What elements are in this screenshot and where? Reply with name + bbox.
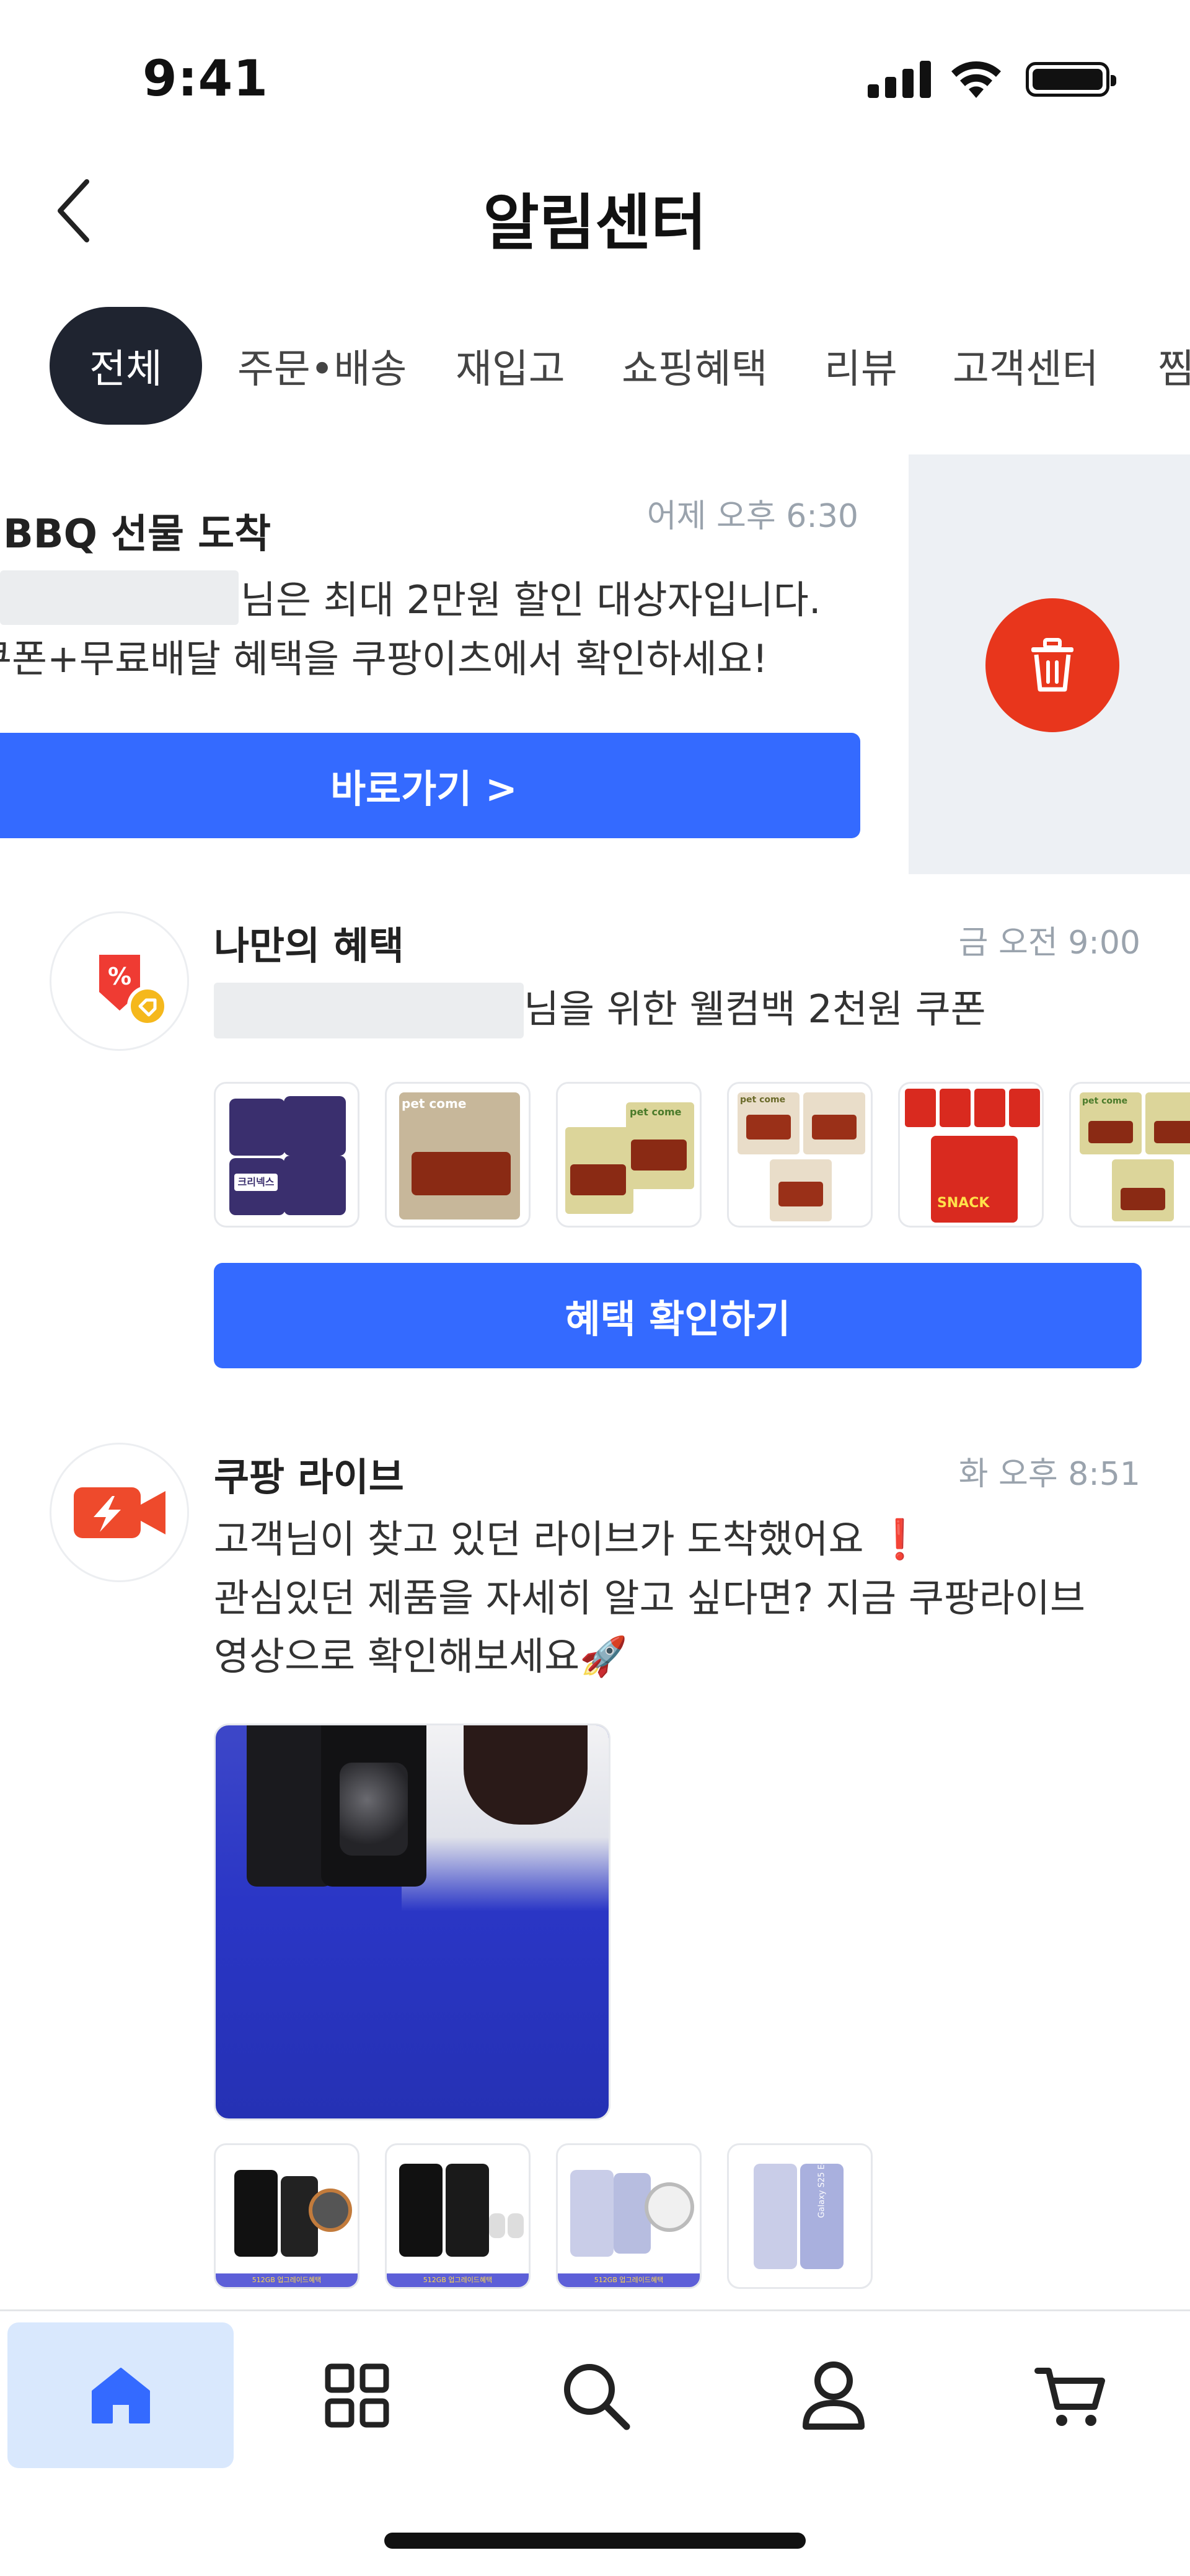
trash-icon <box>1031 638 1073 692</box>
notification-time: 금 오전 9:00 <box>958 924 1140 962</box>
notification-body-line1: 님은 최대 2만원 할인 대상자입니다. <box>240 577 821 622</box>
product-name: Galaxy S25 Edge <box>817 2149 827 2218</box>
home-indicator <box>384 2533 806 2549</box>
coupon-tag-icon: % <box>99 954 166 1027</box>
notification-title: BBQ 선물 도착 <box>3 511 271 557</box>
product-badge: 512GB 업그레이드혜택 <box>558 2273 700 2287</box>
notification-body-line1: 님을 위한 웰컴백 2천원 쿠폰 <box>524 986 986 1032</box>
product-label: pet come <box>402 1096 467 1111</box>
category-tabs: 전체 주문•배송 재입고 쇼핑혜택 리뷰 고객센터 찜 <box>0 307 1190 425</box>
header: 알림센터 <box>0 149 1190 273</box>
product-label: 크리넥스 <box>234 1174 278 1191</box>
tab-order-delivery[interactable]: 주문•배송 <box>237 307 407 425</box>
live-video-card[interactable] <box>214 1724 610 2120</box>
tab-restock[interactable]: 재입고 <box>456 307 565 425</box>
page-title: 알림센터 <box>483 188 707 259</box>
product-badge: 512GB 업그레이드혜택 <box>387 2273 529 2287</box>
notification-title: 나만의 혜택 <box>214 923 404 968</box>
product-thumb[interactable]: Galaxy S25 Edge <box>727 2143 873 2289</box>
status-time: 9:41 <box>143 50 268 107</box>
product-thumb[interactable]: pet come <box>727 1082 873 1228</box>
status-bar: 9:41 <box>0 0 1190 143</box>
notification-body-line3: 영상으로 확인해보세요🚀 <box>214 1634 628 1679</box>
category-grid-icon <box>325 2363 389 2427</box>
nav-category[interactable] <box>244 2322 470 2468</box>
notification-time: 화 오후 8:51 <box>958 1456 1140 1493</box>
product-label: SNACK <box>937 1195 990 1211</box>
tab-shopping-benefits[interactable]: 쇼핑혜택 <box>622 307 768 425</box>
tab-customer-center[interactable]: 고객센터 <box>953 307 1099 425</box>
product-thumb[interactable]: 512GB 업그레이드혜택 <box>214 2143 359 2289</box>
go-button[interactable]: 바로가기 > <box>0 733 860 838</box>
notification-title: 쿠팡 라이브 <box>214 1454 404 1500</box>
product-label: pet come <box>1082 1096 1128 1106</box>
product-thumbnails: 크리넥스 pet come pet come pet come SNACK pe… <box>214 1082 1190 1228</box>
product-thumb[interactable]: 크리넥스 <box>214 1082 359 1228</box>
live-video-icon <box>73 1487 165 1538</box>
search-icon <box>563 2363 630 2430</box>
notification-body-line1: 고객님이 찾고 있던 라이브가 도착했어요 ❗ <box>214 1516 924 1562</box>
profile-icon <box>802 2361 865 2430</box>
nav-home[interactable] <box>7 2322 234 2468</box>
product-label: pet come <box>630 1106 682 1118</box>
nav-my-page[interactable] <box>720 2322 946 2468</box>
svg-text:%: % <box>107 963 131 990</box>
cart-icon <box>1034 2367 1105 2426</box>
product-thumb[interactable]: pet come <box>556 1082 702 1228</box>
live-avatar <box>50 1443 189 1582</box>
redacted-name <box>214 983 524 1038</box>
live-product-thumbnails: 512GB 업그레이드혜택 512GB 업그레이드혜택 512GB 업그레이드혜… <box>214 2143 873 2289</box>
notification-body-line2: 관심있던 제품을 자세히 알고 싶다면? 지금 쿠팡라이브 <box>214 1575 1086 1621</box>
home-icon <box>91 2367 150 2423</box>
battery-icon <box>1026 62 1116 97</box>
delete-button[interactable] <box>985 598 1119 732</box>
tab-wishlist[interactable]: 찜 <box>1158 307 1190 425</box>
cellular-signal-icon <box>868 60 931 98</box>
benefit-check-button[interactable]: 혜택 확인하기 <box>214 1263 1142 1368</box>
nav-cart[interactable] <box>958 2322 1184 2468</box>
notification-time: 어제 오후 6:30 <box>646 498 858 535</box>
product-thumb[interactable]: 512GB 업그레이드혜택 <box>556 2143 702 2289</box>
product-thumb[interactable]: 512GB 업그레이드혜택 <box>385 2143 531 2289</box>
tab-review[interactable]: 리뷰 <box>824 307 897 425</box>
product-thumb[interactable]: SNACK <box>898 1082 1044 1228</box>
tab-all[interactable]: 전체 <box>50 307 202 425</box>
delete-panel <box>909 454 1190 874</box>
redacted-name <box>0 570 239 625</box>
notification-body-line2: 쿠폰+무료배달 혜택을 쿠팡이츠에서 확인하세요! <box>0 636 768 681</box>
benefit-avatar: % <box>50 911 189 1051</box>
nav-search[interactable] <box>482 2322 708 2468</box>
product-thumb[interactable]: pet come <box>1069 1082 1190 1228</box>
product-thumb[interactable]: pet come <box>385 1082 531 1228</box>
product-label: pet come <box>740 1095 786 1105</box>
product-badge: 512GB 업그레이드혜택 <box>216 2273 358 2287</box>
wifi-icon <box>951 61 1001 98</box>
